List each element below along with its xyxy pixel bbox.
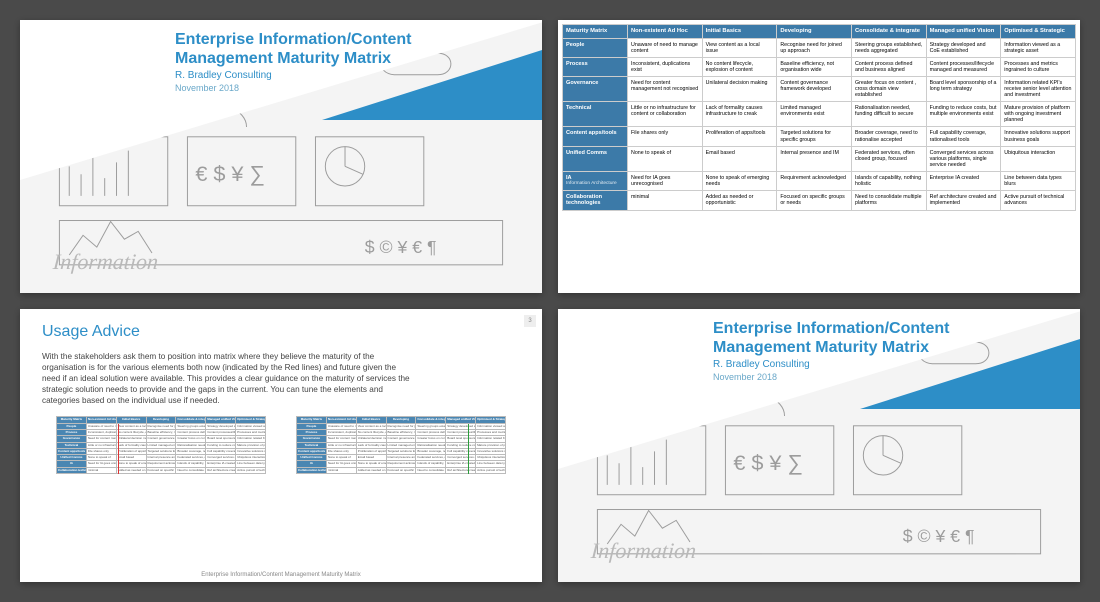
matrix-cell: Content governance framework developed	[777, 76, 852, 101]
matrix-cell: Inconsistent, duplications exist	[628, 57, 703, 76]
matrix-row-label: Unified Comms	[563, 146, 628, 171]
matrix-cell: Focused on specific groups or needs	[777, 190, 852, 210]
matrix-cell: None to speak of	[628, 146, 703, 171]
matrix-cell: Need to consolidate multiple platforms	[851, 190, 926, 210]
matrix-cell: Full capability coverage, rationalised t…	[926, 127, 1001, 146]
matrix-cell: Information related KPI's receive senior…	[1001, 76, 1076, 101]
matrix-cell: Strategy developed and CoE established	[926, 38, 1001, 57]
matrix-cell: Mature provision of platform with ongoin…	[1001, 102, 1076, 127]
matrix-header: Maturity Matrix	[563, 25, 628, 39]
matrix-cell: Processes and metrics ingrained to cultu…	[1001, 57, 1076, 76]
matrix-cell: View content as a local issue	[702, 38, 777, 57]
svg-text:$ © ¥ € ¶: $ © ¥ € ¶	[365, 237, 437, 257]
green-line-future	[468, 424, 469, 474]
matrix-cell: Rationalisation needed, funding difficul…	[851, 102, 926, 127]
matrix-cell: Content process defined and business ali…	[851, 57, 926, 76]
matrix-cell: Proliferation of apps/tools	[702, 127, 777, 146]
matrix-cell: minimal	[628, 190, 703, 210]
matrix-header: Initial Basics	[702, 25, 777, 39]
matrix-cell: Converged services across various platfo…	[926, 146, 1001, 171]
matrix-cell: Line between data types blurs	[1001, 171, 1076, 190]
matrix-cell: Active pursuit of technical advances	[1001, 190, 1076, 210]
slide-footer: Enterprise Information/Content Managemen…	[20, 572, 542, 578]
mini-matrix-now: Maturity MatrixNon-existent Ad HocInitia…	[56, 416, 266, 474]
matrix-cell: None to speak of emerging needs	[702, 171, 777, 190]
title-line1: Enterprise Information/Content	[175, 31, 411, 48]
matrix-cell: Innovative solutions support business go…	[1001, 127, 1076, 146]
matrix-cell: Funding to reduce costs, but multiple en…	[926, 102, 1001, 127]
matrix-cell: Ubiquitous interaction	[1001, 146, 1076, 171]
matrix-cell: Lack of formality causes infrastructure …	[702, 102, 777, 127]
matrix-cell: Steering groups established, needs aggre…	[851, 38, 926, 57]
mini-matrix-future: Maturity MatrixNon-existent Ad HocInitia…	[296, 416, 506, 474]
matrix-header: Consolidate & integrate	[851, 25, 926, 39]
date: November 2018	[175, 83, 411, 93]
subtitle: R. Bradley Consulting	[175, 70, 411, 81]
matrix-header: Non-existent Ad Hoc	[628, 25, 703, 39]
watermark-text: Information	[590, 538, 697, 564]
mini-matrix-table: Maturity MatrixNon-existent Ad HocInitia…	[296, 416, 506, 474]
matrix-cell: Need for content management not recognis…	[628, 76, 703, 101]
slide-deck: € $ ¥ ∑ $ © ¥ € ¶ ! ? Enterprise Informa…	[0, 0, 1100, 602]
matrix-row-label: Technical	[563, 102, 628, 127]
matrix-cell: Broader coverage, need to rationalise ac…	[851, 127, 926, 146]
matrix-cell: Information viewed as a strategic asset	[1001, 38, 1076, 57]
matrix-header: Optimised & Strategic	[1001, 25, 1076, 39]
matrix-cell: Requirement acknowledged	[777, 171, 852, 190]
matrix-cell: File shares only	[628, 127, 703, 146]
matrix-cell: Federated services, often closed group, …	[851, 146, 926, 171]
mini-matrix-row: Maturity MatrixNon-existent Ad HocInitia…	[42, 416, 520, 474]
mini-matrix-table: Maturity MatrixNon-existent Ad HocInitia…	[56, 416, 266, 474]
matrix-cell: Board level sponsorship of a long term s…	[926, 76, 1001, 101]
svg-text:$ © ¥ € ¶: $ © ¥ € ¶	[903, 526, 975, 546]
page-number-badge: 3	[524, 315, 536, 327]
matrix-cell: Baseline efficiency, not organisation wi…	[777, 57, 852, 76]
title-block: Enterprise Information/Content Managemen…	[713, 319, 949, 382]
matrix-row-label: People	[563, 38, 628, 57]
slide-2-matrix: Maturity MatrixNon-existent Ad HocInitia…	[558, 20, 1080, 293]
matrix-header: Developing	[777, 25, 852, 39]
matrix-cell: Ref architecture created and implemented	[926, 190, 1001, 210]
matrix-cell: Added as needed or opportunistic	[702, 190, 777, 210]
matrix-row-label: Process	[563, 57, 628, 76]
matrix-cell: Enterprise IA created	[926, 171, 1001, 190]
matrix-cell: Unilateral decision making	[702, 76, 777, 101]
maturity-matrix-table: Maturity MatrixNon-existent Ad HocInitia…	[562, 24, 1076, 211]
red-line-now	[118, 424, 119, 474]
slide-4-title: € $ ¥ ∑ $ © ¥ € ¶ ! ? Enterprise Informa…	[558, 309, 1080, 582]
title-line2: Management Maturity Matrix	[175, 50, 391, 67]
slide-3-usage-advice: 3 Usage Advice With the stakeholders ask…	[20, 309, 542, 582]
matrix-cell: Email based	[702, 146, 777, 171]
matrix-cell: Targeted solutions for specific groups	[777, 127, 852, 146]
matrix-cell: Recognise need for joined up approach	[777, 38, 852, 57]
matrix-cell: Islands of capability, nothing holistic	[851, 171, 926, 190]
advice-body: With the stakeholders ask them to positi…	[42, 351, 412, 406]
matrix-cell: Internal presence and IM	[777, 146, 852, 171]
matrix-header: Managed unified Vision	[926, 25, 1001, 39]
matrix-cell: Need for IA goes unrecognised	[628, 171, 703, 190]
matrix-cell: Content processes/lifecycle managed and …	[926, 57, 1001, 76]
matrix-cell: Little or no infrastructure for content …	[628, 102, 703, 127]
date: November 2018	[713, 372, 949, 382]
title-line1: Enterprise Information/Content	[713, 320, 949, 337]
matrix-row-label: Collaboration technologies	[563, 190, 628, 210]
matrix-cell: Greater focus on content , cross domain …	[851, 76, 926, 101]
title-block: Enterprise Information/Content Managemen…	[175, 30, 411, 93]
matrix-cell: Limited managed environments exist	[777, 102, 852, 127]
matrix-cell: No content lifecycle, explosion of conte…	[702, 57, 777, 76]
advice-heading: Usage Advice	[42, 323, 520, 341]
matrix-cell: Unaware of need to manage content	[628, 38, 703, 57]
matrix-row-label: IAInformation Architecture	[563, 171, 628, 190]
watermark-text: Information	[52, 249, 159, 275]
matrix-row-label: Governance	[563, 76, 628, 101]
subtitle: R. Bradley Consulting	[713, 359, 949, 370]
slide-1-title: € $ ¥ ∑ $ © ¥ € ¶ ! ? Enterprise Informa…	[20, 20, 542, 293]
title-line2: Management Maturity Matrix	[713, 339, 929, 356]
matrix-row-label: Content apps/tools	[563, 127, 628, 146]
